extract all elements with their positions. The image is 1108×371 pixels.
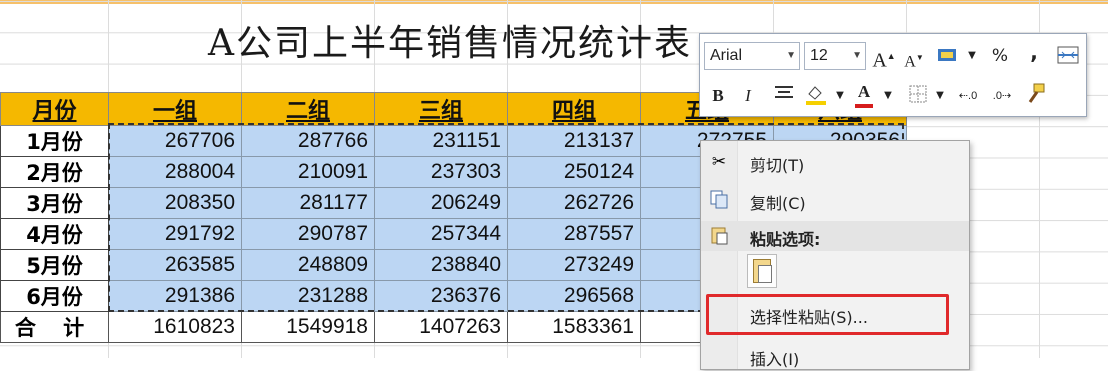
chevron-down-icon[interactable]: ▼ xyxy=(928,84,952,108)
italic-button[interactable]: I xyxy=(736,84,760,108)
percent-icon: % xyxy=(991,46,1009,66)
font-name-select[interactable]: Arial ▼ xyxy=(704,42,800,70)
value-cell[interactable]: 262726 xyxy=(507,187,641,219)
center-align-button[interactable] xyxy=(772,84,796,108)
value-cell[interactable]: 287766 xyxy=(241,125,375,157)
grow-font-button[interactable]: A▲ xyxy=(872,44,896,72)
value-cell[interactable]: 288004 xyxy=(108,156,242,188)
italic-icon: I xyxy=(745,86,751,105)
borders-icon xyxy=(909,85,927,103)
total-cell[interactable]: 1549918 xyxy=(241,311,375,343)
value-cell[interactable]: 231288 xyxy=(241,280,375,312)
menu-item-label: 剪切(T) xyxy=(750,156,805,175)
accounting-format-icon xyxy=(938,49,956,61)
context-menu: ✂ 剪切(T) 复制(C) 粘贴选项: 选择性粘贴(S)... 插入(I) xyxy=(700,140,970,370)
menu-item-label: 粘贴选项: xyxy=(750,230,821,249)
accounting-format-button[interactable] xyxy=(936,44,960,68)
menu-item-label: 插入(I) xyxy=(750,350,800,369)
value-cell[interactable]: 291386 xyxy=(108,280,242,312)
chevron-down-icon[interactable]: ▼ xyxy=(828,84,852,108)
value-cell[interactable]: 263585 xyxy=(108,249,242,281)
month-cell[interactable]: 6月份 xyxy=(0,280,109,312)
merge-cells-button[interactable] xyxy=(1056,44,1080,68)
chevron-down-icon: ▼ xyxy=(786,50,796,61)
value-cell[interactable]: 291792 xyxy=(108,218,242,250)
value-cell[interactable]: 206249 xyxy=(374,187,508,219)
paste-icon xyxy=(708,225,730,247)
month-cell[interactable]: 2月份 xyxy=(0,156,109,188)
month-cell[interactable]: 5月份 xyxy=(0,249,109,281)
shrink-font-icon: A xyxy=(904,53,916,71)
increase-decimal-icon: ⇠.0 xyxy=(958,90,978,102)
format-painter-icon xyxy=(1028,83,1045,103)
value-cell[interactable]: 238840 xyxy=(374,249,508,281)
menu-item-label: 复制(C) xyxy=(750,194,806,213)
value-cell[interactable]: 296568 xyxy=(507,280,641,312)
value-cell[interactable]: 257344 xyxy=(374,218,508,250)
month-cell[interactable]: 3月份 xyxy=(0,187,109,219)
increase-decimal-button[interactable]: ⇠.0 xyxy=(956,84,980,108)
value-cell[interactable]: 250124 xyxy=(507,156,641,188)
header-cell[interactable]: 一组 xyxy=(108,92,242,126)
menu-item-copy[interactable]: 复制(C) xyxy=(701,185,969,215)
font-size-select[interactable]: 12 ▼ xyxy=(804,42,866,70)
fill-color-button[interactable] xyxy=(804,82,828,106)
decrease-decimal-button[interactable]: .0⇢ xyxy=(990,84,1014,108)
total-cell[interactable]: 1407263 xyxy=(374,311,508,343)
fill-color-icon xyxy=(806,86,826,105)
header-cell[interactable]: 月份 xyxy=(0,92,109,126)
shrink-font-button[interactable]: A▼ xyxy=(902,46,926,70)
cut-icon: ✂ xyxy=(711,152,727,172)
copy-icon xyxy=(708,189,730,211)
value-cell[interactable]: 290787 xyxy=(241,218,375,250)
header-cell[interactable]: 三组 xyxy=(374,92,508,126)
align-center-icon xyxy=(775,86,793,98)
value-cell[interactable]: 267706 xyxy=(108,125,242,157)
merge-cells-icon xyxy=(1057,46,1079,64)
header-cell[interactable]: 二组 xyxy=(241,92,375,126)
comma-icon: , xyxy=(1030,40,1038,64)
total-cell[interactable]: 1610823 xyxy=(108,311,242,343)
borders-button[interactable] xyxy=(906,84,930,108)
value-cell[interactable]: 273249 xyxy=(507,249,641,281)
total-label[interactable]: 合 计 xyxy=(0,311,109,343)
menu-item-insert[interactable]: 插入(I) xyxy=(701,341,969,371)
value-cell[interactable]: 208350 xyxy=(108,187,242,219)
value-cell[interactable]: 210091 xyxy=(241,156,375,188)
font-size-value: 12 xyxy=(810,47,828,64)
menu-header-paste-options: 粘贴选项: xyxy=(701,221,969,251)
total-cell[interactable]: 1583361 xyxy=(507,311,641,343)
decrease-decimal-icon: .0⇢ xyxy=(992,90,1012,102)
value-cell[interactable]: 248809 xyxy=(241,249,375,281)
menu-item-cut[interactable]: ✂ 剪切(T) xyxy=(701,147,969,177)
value-cell[interactable]: 213137 xyxy=(507,125,641,157)
chevron-down-icon[interactable]: ▼ xyxy=(876,84,900,108)
percent-button[interactable]: % xyxy=(988,44,1012,68)
font-color-button[interactable]: A xyxy=(852,80,876,108)
value-cell[interactable]: 231151 xyxy=(374,125,508,157)
chevron-down-icon: ▼ xyxy=(852,50,862,61)
value-cell[interactable]: 236376 xyxy=(374,280,508,312)
grow-font-icon: A xyxy=(872,49,887,72)
bold-icon: B xyxy=(712,86,724,105)
highlight-box xyxy=(706,294,949,335)
font-name-value: Arial xyxy=(710,47,743,64)
month-cell[interactable]: 4月份 xyxy=(0,218,109,250)
paste-option-button[interactable] xyxy=(747,254,777,288)
value-cell[interactable]: 237303 xyxy=(374,156,508,188)
mini-toolbar: Arial ▼ 12 ▼ A▲ A▼ ▼ % , B I ▼ A ▼ ▼ ⇠.0… xyxy=(699,33,1087,117)
header-cell[interactable]: 四组 xyxy=(507,92,641,126)
font-color-icon: A xyxy=(857,82,871,101)
value-cell[interactable]: 287557 xyxy=(507,218,641,250)
month-cell[interactable]: 1月份 xyxy=(0,125,109,157)
chevron-down-icon[interactable]: ▼ xyxy=(960,44,984,68)
comma-style-button[interactable]: , xyxy=(1022,40,1046,64)
format-painter-button[interactable] xyxy=(1024,82,1048,106)
bold-button[interactable]: B xyxy=(706,84,730,108)
value-cell[interactable]: 281177 xyxy=(241,187,375,219)
